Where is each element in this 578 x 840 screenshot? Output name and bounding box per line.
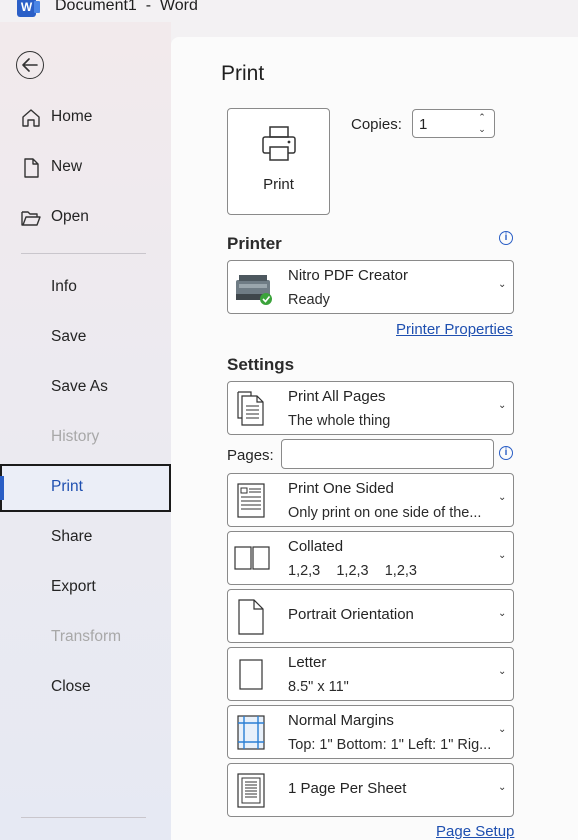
- nav-label-open: Open: [51, 208, 89, 225]
- nav-item-close[interactable]: Close: [0, 664, 171, 712]
- spin-up-icon[interactable]: ⌃: [477, 112, 487, 122]
- window-title: Document1 - Word: [55, 0, 198, 14]
- printer-device-icon: [236, 275, 272, 305]
- nav-label-print: Print: [51, 478, 83, 495]
- paper-size-subtitle: 8.5" x 11": [288, 679, 349, 695]
- paper-size-title: Letter: [288, 654, 327, 671]
- printer-name: Nitro PDF Creator: [288, 267, 409, 284]
- sides-dropdown[interactable]: Print One Sided Only print on one side o…: [227, 473, 514, 527]
- nav-label-new: New: [51, 158, 83, 175]
- margins-subtitle: Top: 1" Bottom: 1" Left: 1" Rig...: [288, 737, 492, 753]
- info-icon[interactable]: i: [499, 446, 513, 460]
- nav-label-save: Save: [51, 328, 87, 345]
- nav-item-export[interactable]: Export: [0, 564, 171, 612]
- nav-divider: [21, 253, 146, 254]
- margins-title: Normal Margins: [288, 712, 394, 729]
- nav-item-home[interactable]: Home: [0, 94, 171, 142]
- nav-divider-bottom: [21, 817, 146, 818]
- nav-label-share: Share: [51, 528, 93, 545]
- collation-dropdown[interactable]: Collated 1,2,3 1,2,3 1,2,3 ⌄: [227, 531, 514, 585]
- paper-size-icon: [239, 659, 263, 690]
- nav-item-save[interactable]: Save: [0, 314, 171, 362]
- print-range-subtitle: The whole thing: [288, 413, 391, 429]
- word-logo-icon: W: [17, 0, 40, 17]
- nav-label-transform: Transform: [51, 628, 122, 645]
- collated-icon: [234, 546, 270, 570]
- nav-item-history: History: [0, 414, 171, 462]
- margins-icon: [237, 715, 265, 750]
- print-range-title: Print All Pages: [288, 388, 386, 405]
- arrow-left-icon: [22, 58, 38, 72]
- pages-label: Pages:: [227, 447, 274, 464]
- chevron-down-icon: ⌄: [498, 724, 507, 735]
- copies-spinner[interactable]: ⌃ ⌄: [412, 109, 495, 138]
- printer-header: Printer: [227, 234, 282, 253]
- orientation-title: Portrait Orientation: [288, 606, 414, 623]
- nav-item-info[interactable]: Info: [0, 264, 171, 312]
- sides-title: Print One Sided: [288, 480, 394, 497]
- printer-properties-link[interactable]: Printer Properties: [396, 321, 513, 338]
- sides-subtitle: Only print on one side of the...: [288, 505, 482, 521]
- title-bar: W Document1 - Word: [0, 0, 578, 22]
- copies-input[interactable]: [419, 115, 469, 133]
- collation-subtitle: 1,2,3 1,2,3 1,2,3: [288, 563, 417, 579]
- chevron-down-icon: ⌄: [498, 550, 507, 561]
- print-button[interactable]: Print: [227, 108, 330, 215]
- spin-down-icon[interactable]: ⌄: [477, 124, 487, 134]
- chevron-down-icon: ⌄: [498, 608, 507, 619]
- nav-label-history: History: [51, 428, 100, 445]
- chevron-down-icon: ⌄: [498, 782, 507, 793]
- page-setup-link[interactable]: Page Setup: [436, 823, 514, 840]
- nav-item-share[interactable]: Share: [0, 514, 171, 562]
- print-range-dropdown[interactable]: Print All Pages The whole thing ⌄: [227, 381, 514, 435]
- chevron-down-icon: ⌄: [498, 279, 507, 290]
- printer-dropdown[interactable]: Nitro PDF Creator Ready ⌄: [227, 260, 514, 314]
- nav-label-close: Close: [51, 678, 91, 695]
- margins-dropdown[interactable]: Normal Margins Top: 1" Bottom: 1" Left: …: [227, 705, 514, 759]
- chevron-down-icon: ⌄: [498, 666, 507, 677]
- pages-per-sheet-dropdown[interactable]: 1 Page Per Sheet ⌄: [227, 763, 514, 817]
- orientation-dropdown[interactable]: Portrait Orientation ⌄: [227, 589, 514, 643]
- settings-header: Settings: [227, 355, 295, 374]
- nav-label-info: Info: [51, 278, 77, 295]
- nav-label-save-as: Save As: [51, 378, 108, 395]
- one-sided-icon: [237, 483, 265, 518]
- page-per-sheet-icon: [237, 773, 265, 808]
- printer-status: Ready: [288, 292, 330, 308]
- pages-input[interactable]: [281, 439, 494, 469]
- chevron-down-icon: ⌄: [498, 492, 507, 503]
- home-icon: [22, 109, 40, 127]
- page-title: Print: [221, 62, 265, 85]
- copies-label: Copies:: [351, 116, 402, 133]
- nav-item-save-as[interactable]: Save As: [0, 364, 171, 412]
- pages-stack-icon: [237, 391, 264, 426]
- nav-label-export: Export: [51, 578, 96, 595]
- folder-open-icon: [21, 211, 41, 226]
- nav-item-print[interactable]: Print: [0, 464, 171, 512]
- nav-item-transform: Transform: [0, 614, 171, 662]
- nav-item-open[interactable]: Open: [0, 194, 171, 242]
- pages-per-sheet-title: 1 Page Per Sheet: [288, 780, 407, 797]
- new-document-icon: [24, 158, 39, 178]
- printer-icon: [262, 126, 296, 161]
- collation-title: Collated: [288, 538, 344, 555]
- nav-label-home: Home: [51, 108, 93, 125]
- nav-item-new[interactable]: New: [0, 144, 171, 192]
- portrait-page-icon: [238, 599, 264, 635]
- info-icon[interactable]: i: [499, 231, 513, 245]
- back-button[interactable]: [16, 51, 44, 79]
- print-button-label: Print: [263, 176, 294, 193]
- chevron-down-icon: ⌄: [498, 400, 507, 411]
- paper-size-dropdown[interactable]: Letter 8.5" x 11" ⌄: [227, 647, 514, 701]
